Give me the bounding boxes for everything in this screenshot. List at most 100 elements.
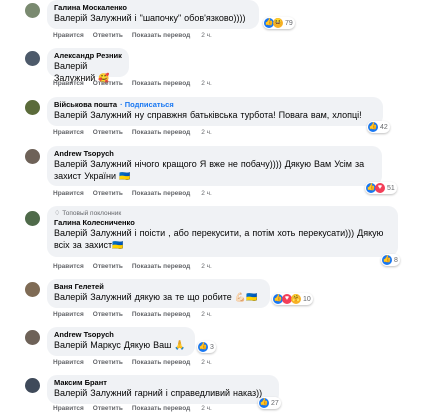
translate-button[interactable]: Показать перевод — [132, 190, 190, 197]
translate-button[interactable]: Показать перевод — [132, 263, 190, 270]
like-icon: 👍 — [368, 122, 378, 132]
reaction-count: 27 — [271, 399, 279, 407]
comment-text: Валерій Залужний гарний і справедливий н… — [54, 388, 263, 398]
comment-actions: Нравится Ответить Показать перевод 2 ч. — [53, 79, 221, 88]
like-button[interactable]: Нравится — [53, 405, 84, 412]
mention-link[interactable]: Валерій Залужний — [54, 388, 132, 398]
comment-bubble: Ваня Гелетей Валерій Залужний дякую за т… — [47, 279, 270, 308]
translate-button[interactable]: Показать перевод — [132, 311, 190, 318]
reactions-summary[interactable]: 👍 27 — [258, 397, 281, 409]
mention-link[interactable]: Валерій Залужний — [54, 228, 132, 238]
reply-button[interactable]: Ответить — [93, 311, 123, 318]
comment-author[interactable]: Максим Брант — [54, 378, 271, 388]
timestamp[interactable]: 2 ч. — [201, 129, 212, 136]
mention-link[interactable]: Валерій Залужний — [54, 159, 132, 169]
comment-text: Валерій Залужний і поісти , або перекуси… — [54, 228, 384, 250]
reaction-count: 10 — [303, 295, 311, 303]
reactions-summary[interactable]: 👍 8 — [381, 254, 400, 266]
comment-thread: Галина Москаленко Валерій Залужний і "ша… — [0, 0, 428, 412]
comment-text: Валерій Залужний дякую за те що робите 💪… — [54, 292, 258, 302]
timestamp[interactable]: 2 ч. — [201, 80, 212, 87]
avatar[interactable] — [25, 378, 40, 393]
love-icon: ♥ — [375, 183, 385, 193]
laugh-icon: 😆 — [273, 18, 283, 28]
timestamp[interactable]: 2 ч. — [201, 359, 212, 366]
comment-author[interactable]: Галина Колесниченко — [54, 218, 390, 228]
like-button[interactable]: Нравится — [53, 80, 84, 87]
reaction-count: 51 — [387, 184, 395, 192]
timestamp[interactable]: 2 ч. — [201, 263, 212, 270]
like-button[interactable]: Нравится — [53, 263, 84, 270]
translate-button[interactable]: Показать перевод — [132, 80, 190, 87]
translate-button[interactable]: Показать перевод — [132, 405, 190, 412]
comment-actions: Нравится Ответить Показать перевод 2 ч. — [53, 262, 221, 271]
reaction-count: 3 — [210, 343, 214, 351]
translate-button[interactable]: Показать перевод — [132, 32, 190, 39]
comment-bubble: Andrew Tsopych Валерій Маркус Дякую Ваш … — [47, 327, 195, 356]
mention-link[interactable]: Валерій Залужний — [54, 13, 132, 23]
avatar[interactable] — [25, 330, 40, 345]
translate-button[interactable]: Показать перевод — [132, 359, 190, 366]
comment-actions: Нравится Ответить Показать перевод 2 ч. — [53, 31, 221, 40]
avatar[interactable] — [25, 211, 40, 226]
comment-bubble: ♢ Топовый поклонник Галина Колесниченко В… — [47, 206, 398, 257]
reply-button[interactable]: Ответить — [93, 80, 123, 87]
comment-bubble: Галина Москаленко Валерій Залужний і "ша… — [47, 0, 259, 29]
top-fan-badge: ♢ Топовый поклонник — [54, 210, 122, 217]
subscribe-button[interactable]: · Подписаться — [120, 100, 174, 109]
comment-bubble: Александр Резник Валерій Залужний 🥰 — [47, 48, 129, 83]
reactions-summary[interactable]: 👍 ♥ 🤗 10 — [272, 293, 313, 305]
comment-actions: Нравится Ответить Показать перевод 2 ч. — [53, 358, 221, 367]
comment-bubble: Військова пошта · Подписаться Валерій Зал… — [47, 97, 383, 126]
reply-button[interactable]: Ответить — [93, 405, 123, 412]
comment-bubble: Максим Брант Валерій Залужний гарний і с… — [47, 375, 279, 404]
mention-link[interactable]: Валерій Маркус — [54, 340, 121, 350]
reactions-summary[interactable]: 👍 42 — [367, 121, 390, 133]
like-button[interactable]: Нравится — [53, 190, 84, 197]
comment-text: Валерій Залужний ну справжня батьківська… — [54, 110, 362, 120]
like-button[interactable]: Нравится — [53, 311, 84, 318]
comment-author[interactable]: Александр Резник — [54, 51, 122, 61]
mention-link[interactable]: Валерій Залужний — [54, 110, 132, 120]
comment-bubble: Andrew Tsopych Валерій Залужний нічого к… — [47, 146, 382, 186]
comment-author[interactable]: Andrew Tsopych — [54, 330, 187, 340]
reply-button[interactable]: Ответить — [93, 32, 123, 39]
comment-author[interactable]: Військова пошта · Подписаться — [54, 100, 375, 110]
avatar[interactable] — [25, 3, 40, 18]
comment-author[interactable]: Ваня Гелетей — [54, 282, 262, 292]
reactions-summary[interactable]: 👍 ♥ 51 — [365, 182, 397, 194]
like-button[interactable]: Нравится — [53, 359, 84, 366]
like-button[interactable]: Нравится — [53, 32, 84, 39]
avatar[interactable] — [25, 51, 40, 66]
like-icon: 👍 — [382, 255, 392, 265]
comment-actions: Нравится Ответить Показать перевод 2 ч. — [53, 310, 221, 319]
care-icon: 🤗 — [291, 294, 301, 304]
reactions-summary[interactable]: 👍 3 — [197, 341, 216, 353]
reactions-summary[interactable]: 👍 😆 79 — [263, 17, 295, 29]
mention-link[interactable]: Валерій Залужний — [54, 292, 132, 302]
comment-author[interactable]: Галина Москаленко — [54, 3, 251, 13]
timestamp[interactable]: 2 ч. — [201, 190, 212, 197]
avatar[interactable] — [25, 100, 40, 115]
avatar[interactable] — [25, 282, 40, 297]
reaction-count: 42 — [380, 123, 388, 131]
translate-button[interactable]: Показать перевод — [132, 129, 190, 136]
reaction-count: 79 — [285, 19, 293, 27]
like-icon: 👍 — [259, 398, 269, 408]
comment-text: Валерій Залужний і "шапочку" обов'язково… — [54, 13, 246, 23]
reply-button[interactable]: Ответить — [93, 263, 123, 270]
like-icon: 👍 — [198, 342, 208, 352]
comment-author[interactable]: Andrew Tsopych — [54, 149, 374, 159]
timestamp[interactable]: 2 ч. — [201, 405, 212, 412]
comment-text: Валерій Маркус Дякую Ваш 🙏 — [54, 340, 186, 350]
timestamp[interactable]: 2 ч. — [201, 32, 212, 39]
comment-actions: Нравится Ответить Показать перевод 2 ч. — [53, 189, 221, 198]
avatar[interactable] — [25, 149, 40, 164]
reply-button[interactable]: Ответить — [93, 129, 123, 136]
reply-button[interactable]: Ответить — [93, 359, 123, 366]
comment-text: Валерій Залужний нічого кращого Я вже не… — [54, 159, 365, 181]
reply-button[interactable]: Ответить — [93, 190, 123, 197]
diamond-icon: ♢ — [54, 210, 61, 217]
timestamp[interactable]: 2 ч. — [201, 311, 212, 318]
like-button[interactable]: Нравится — [53, 129, 84, 136]
